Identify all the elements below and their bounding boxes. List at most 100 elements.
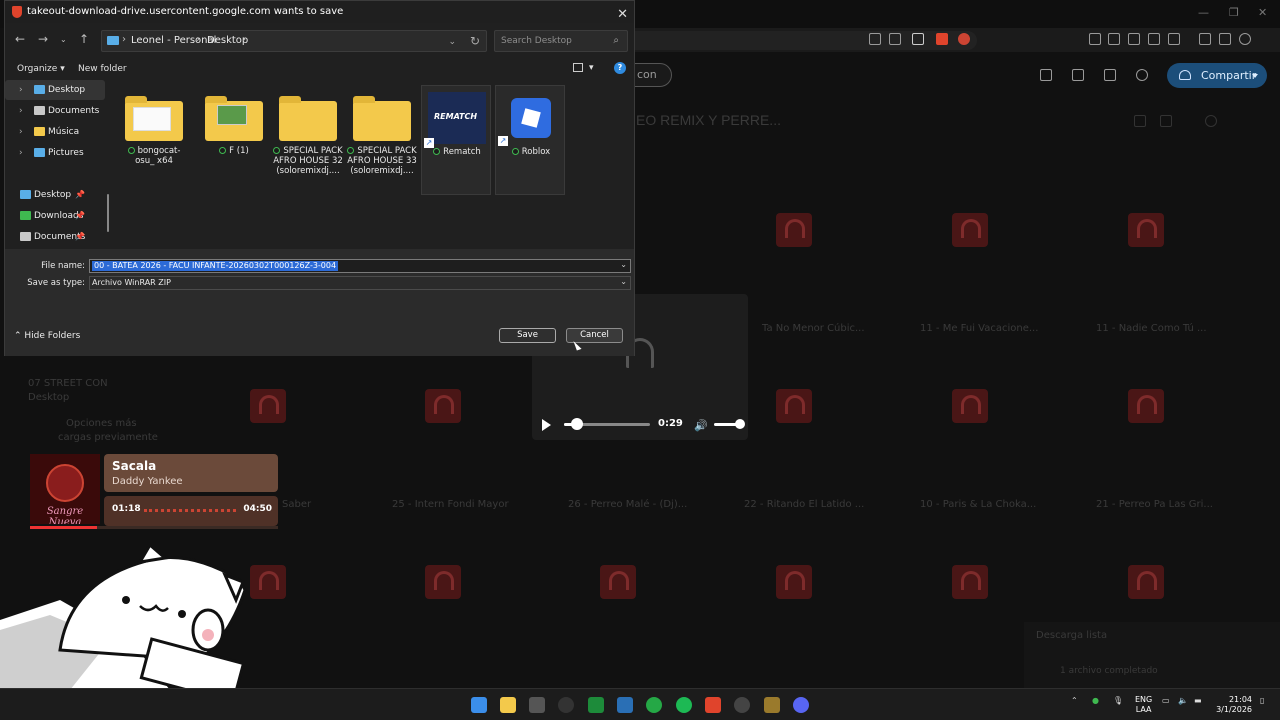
- audio-file-thumbnail-icon[interactable]: [776, 389, 812, 423]
- chevron-up-icon[interactable]: ⌃: [1071, 696, 1078, 705]
- up-icon[interactable]: ↑: [79, 32, 89, 46]
- chevron-down-icon[interactable]: ⌄: [620, 277, 627, 286]
- tray-app-icon[interactable]: ●: [1092, 696, 1099, 705]
- play-icon[interactable]: [542, 419, 551, 431]
- audio-file-thumbnail-icon[interactable]: [250, 389, 286, 423]
- restore-icon[interactable]: ❐: [1229, 6, 1239, 19]
- start-icon[interactable]: [471, 697, 487, 713]
- search-input[interactable]: Search Desktop ⌕: [494, 30, 628, 52]
- grid-view-icon[interactable]: [1160, 115, 1172, 127]
- file-item[interactable]: F (1): [199, 85, 269, 195]
- cast-icon[interactable]: [1168, 33, 1180, 45]
- file-label[interactable]: Saber: [282, 499, 311, 510]
- organize-button[interactable]: Organize ▾: [17, 64, 65, 74]
- chevron-right-icon[interactable]: ›: [19, 80, 23, 100]
- volume-icon[interactable]: 🔈: [1178, 696, 1188, 705]
- audio-file-thumbnail-icon[interactable]: [600, 565, 636, 599]
- address-bar[interactable]: [634, 28, 1280, 52]
- pin-icon[interactable]: 📌: [75, 227, 85, 247]
- download-folder-icon[interactable]: [1104, 69, 1116, 81]
- nav-item-documents[interactable]: › Documents: [5, 101, 105, 121]
- file-label[interactable]: 25 - Intern Fondi Mayor: [392, 499, 509, 510]
- audio-file-thumbnail-icon[interactable]: [776, 565, 812, 599]
- quick-access-desktop[interactable]: Desktop 📌: [0, 185, 91, 205]
- chevron-right-icon[interactable]: ›: [19, 122, 23, 142]
- obs-icon[interactable]: [734, 697, 750, 713]
- seek-bar[interactable]: [564, 418, 650, 430]
- forward-icon[interactable]: →: [38, 32, 48, 46]
- audio-file-thumbnail-icon[interactable]: [1128, 213, 1164, 247]
- view-icon[interactable]: [573, 63, 583, 72]
- chevron-down-icon[interactable]: [1252, 74, 1258, 78]
- file-item[interactable]: SPECIAL PACK AFRO HOUSE 33 (soloremixdj.…: [347, 85, 417, 195]
- list-view-icon[interactable]: [1134, 115, 1146, 127]
- sidebar-item[interactable]: Desktop: [28, 392, 69, 403]
- screenshot-icon[interactable]: [889, 33, 901, 45]
- shield-icon[interactable]: [1239, 33, 1251, 45]
- file-label[interactable]: 26 - Perreo Malé - (Dj)...: [568, 499, 687, 510]
- quick-access-documents[interactable]: Documents 📌: [0, 227, 91, 247]
- chevron-right-icon[interactable]: ›: [19, 101, 23, 121]
- whatsapp-icon[interactable]: [646, 697, 662, 713]
- breadcrumb-user[interactable]: Leonel - Personal: [131, 35, 216, 46]
- add-icon[interactable]: [1072, 69, 1084, 81]
- store-icon[interactable]: [529, 697, 545, 713]
- audio-file-thumbnail-icon[interactable]: [425, 565, 461, 599]
- menu-icon[interactable]: [1259, 33, 1271, 45]
- extensions-icon[interactable]: [1089, 33, 1101, 45]
- pin-icon[interactable]: 📌: [75, 206, 85, 226]
- file-item[interactable]: REMATCH ↗ Rematch: [421, 85, 491, 195]
- wallet-icon[interactable]: [1108, 33, 1120, 45]
- notifications-icon[interactable]: ▯: [1260, 696, 1264, 705]
- league-icon[interactable]: [764, 697, 780, 713]
- file-item[interactable]: bongocat-osu_ x64: [119, 85, 189, 195]
- volume-handle[interactable]: [735, 419, 745, 429]
- microphone-icon[interactable]: 🎙: [1113, 696, 1123, 705]
- chevron-down-icon[interactable]: ⌄: [620, 260, 627, 269]
- downloads-icon[interactable]: [1148, 33, 1160, 45]
- audio-file-thumbnail-icon[interactable]: [1128, 565, 1164, 599]
- seek-handle[interactable]: [570, 418, 583, 430]
- quick-access-downloads[interactable]: Downloads 📌: [0, 206, 91, 226]
- sidebar-item[interactable]: Opciones más: [66, 418, 137, 429]
- audio-file-thumbnail-icon[interactable]: [776, 213, 812, 247]
- sidebar-item[interactable]: 07 STREET CON: [28, 378, 108, 389]
- audio-file-thumbnail-icon[interactable]: [425, 389, 461, 423]
- save-type-select[interactable]: Archivo WinRAR ZIP ⌄: [89, 276, 631, 290]
- chevron-down-icon[interactable]: [1214, 630, 1226, 642]
- audio-file-thumbnail-icon[interactable]: [952, 389, 988, 423]
- photos-icon[interactable]: [617, 697, 633, 713]
- audio-file-thumbnail-icon[interactable]: [1128, 389, 1164, 423]
- back-icon[interactable]: ←: [15, 32, 25, 46]
- audio-file-thumbnail-icon[interactable]: [952, 213, 988, 247]
- folder-title[interactable]: EO REMIX Y PERRE...: [636, 112, 781, 128]
- brave-shield-icon[interactable]: [936, 33, 948, 45]
- filter-pill[interactable]: con: [634, 63, 672, 87]
- refresh-icon[interactable]: ↻: [470, 34, 480, 48]
- chevron-right-icon[interactable]: ›: [19, 143, 23, 163]
- share-button[interactable]: Compartir: [1167, 63, 1267, 88]
- chevron-down-icon[interactable]: ⌄: [60, 35, 67, 44]
- sidebar-icon[interactable]: [1219, 33, 1231, 45]
- nav-item-desktop[interactable]: › Desktop: [5, 80, 105, 100]
- rewards-icon[interactable]: [958, 33, 970, 45]
- minimize-icon[interactable]: —: [1198, 6, 1209, 19]
- pin-icon[interactable]: 📌: [75, 185, 85, 205]
- file-label[interactable]: 21 - Perreo Pa Las Gri...: [1096, 499, 1213, 510]
- file-item[interactable]: SPECIAL PACK AFRO HOUSE 32 (soloremixdj.…: [273, 85, 343, 195]
- url-field[interactable]: [634, 31, 977, 50]
- brave-icon[interactable]: [705, 697, 721, 713]
- steam-icon[interactable]: [558, 697, 574, 713]
- file-label[interactable]: 11 - Me Fui Vacacione...: [920, 323, 1038, 334]
- help-icon[interactable]: ?: [614, 62, 626, 74]
- nav-item-music[interactable]: › Música: [5, 122, 105, 142]
- chevron-down-icon[interactable]: ▾: [589, 63, 594, 73]
- file-label[interactable]: 11 - Nadie Como Tú ...: [1096, 323, 1207, 334]
- save-button[interactable]: Save: [499, 328, 556, 343]
- close-icon[interactable]: [1242, 630, 1254, 642]
- discord-icon[interactable]: [793, 697, 809, 713]
- chevron-down-icon[interactable]: ⌄: [448, 37, 456, 47]
- hide-folders-button[interactable]: ⌃ Hide Folders: [14, 331, 80, 341]
- file-name-input[interactable]: 00 - BATEA 2026 - FACU INFANTE-20260302T…: [89, 259, 631, 273]
- file-name-value[interactable]: 00 - BATEA 2026 - FACU INFANTE-20260302T…: [92, 261, 339, 271]
